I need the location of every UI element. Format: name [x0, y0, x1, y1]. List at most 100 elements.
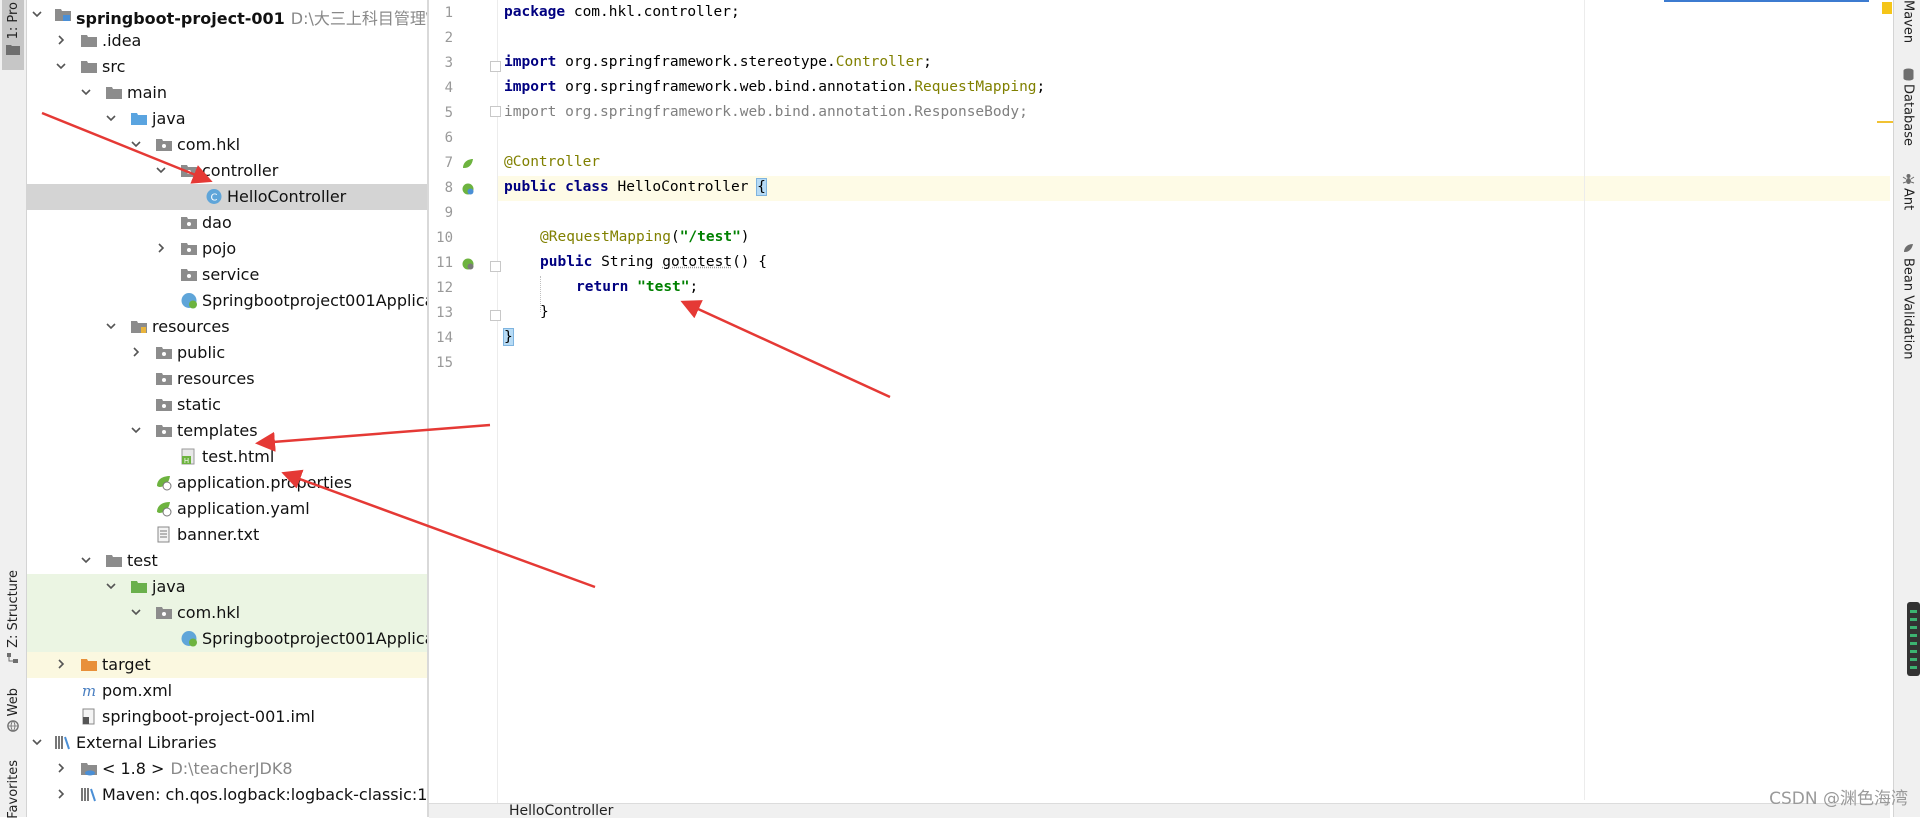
- tree-row-test-application-class[interactable]: Springbootproject001Applicat: [27, 626, 427, 652]
- folder-icon: [80, 32, 98, 49]
- fold-marker[interactable]: [490, 61, 501, 72]
- tree-row-external-libraries[interactable]: External Libraries: [27, 730, 427, 756]
- tree-row-dao[interactable]: dao: [27, 210, 427, 236]
- tab-web[interactable]: Web: [2, 688, 24, 743]
- spring-bean-gutter-icon[interactable]: [461, 182, 475, 196]
- tree-row-java[interactable]: java: [27, 106, 427, 132]
- spring-config-icon: [155, 474, 173, 491]
- tab-ant-label: Ant: [1901, 188, 1916, 210]
- tab-structure[interactable]: Z: Structure: [2, 570, 24, 665]
- tab-maven[interactable]: Maven: [1898, 0, 1918, 46]
- chevron-down-icon[interactable]: [79, 85, 93, 99]
- chevron-down-icon[interactable]: [104, 319, 118, 333]
- chevron-down-icon[interactable]: [104, 111, 118, 125]
- tree-row-templates[interactable]: templates: [27, 418, 427, 444]
- tree-row-static[interactable]: static: [27, 392, 427, 418]
- tree-row-iml[interactable]: springboot-project-001.iml: [27, 704, 427, 730]
- code-editor[interactable]: 1 2 3 4 5 6 7 8 9 10 11 12 13 14 15 pack…: [429, 0, 1890, 817]
- tab-favorites[interactable]: Favorites: [2, 760, 24, 817]
- tree-label: main: [127, 83, 167, 102]
- chevron-right-icon[interactable]: [154, 241, 168, 255]
- tree-row-package[interactable]: com.hkl: [27, 132, 427, 158]
- tree-label: java: [152, 109, 186, 128]
- fold-marker[interactable]: [490, 106, 501, 117]
- tree-row-hellocontroller[interactable]: C HelloController: [27, 184, 427, 210]
- chevron-down-icon[interactable]: [54, 59, 68, 73]
- chevron-right-icon[interactable]: [54, 787, 68, 801]
- tree-label: .idea: [102, 31, 141, 50]
- tree-label: java: [152, 577, 186, 596]
- tree-label: templates: [177, 421, 258, 440]
- fold-marker[interactable]: [490, 261, 501, 272]
- line-number: 14: [429, 330, 453, 346]
- tree-row-src[interactable]: src: [27, 54, 427, 80]
- package-icon: [180, 266, 198, 283]
- tree-row-banner-txt[interactable]: banner.txt: [27, 522, 427, 548]
- code-line-8: public class HelloController {: [504, 179, 766, 195]
- tree-row-public[interactable]: public: [27, 340, 427, 366]
- tree-label: External Libraries: [76, 733, 217, 752]
- tree-label: resources: [177, 369, 255, 388]
- scrollbar-warning-marker[interactable]: [1877, 121, 1893, 123]
- database-icon: [1902, 68, 1915, 81]
- chevron-right-icon[interactable]: [54, 657, 68, 671]
- html-file-icon: H: [180, 448, 198, 465]
- fold-marker[interactable]: [490, 310, 501, 321]
- chevron-right-icon[interactable]: [129, 345, 143, 359]
- tree-row-resources[interactable]: resources: [27, 366, 427, 392]
- tree-row-target[interactable]: target: [27, 652, 427, 678]
- tree-row-jdk[interactable]: < 1.8 > D:\teacherJDK8: [27, 756, 427, 782]
- line-number: 12: [429, 280, 453, 296]
- tree-row-test-package[interactable]: com.hkl: [27, 600, 427, 626]
- spring-bean-gutter-icon[interactable]: [461, 157, 475, 171]
- tree-row-resources-root[interactable]: resources: [27, 314, 427, 340]
- chevron-down-icon[interactable]: [154, 163, 168, 177]
- tab-ant[interactable]: Ant: [1898, 172, 1918, 224]
- chevron-right-icon[interactable]: [54, 33, 68, 47]
- tree-row-pojo[interactable]: pojo: [27, 236, 427, 262]
- tab-bean-validation[interactable]: Bean Validation: [1898, 242, 1918, 362]
- code-line-1: package com.hkl.controller;: [504, 4, 740, 20]
- chevron-down-icon[interactable]: [129, 137, 143, 151]
- tree-row-test-java[interactable]: java: [27, 574, 427, 600]
- module-file-icon: [80, 708, 98, 725]
- chevron-down-icon[interactable]: [30, 7, 44, 21]
- tree-row-application-yaml[interactable]: application.yaml: [27, 496, 427, 522]
- tree-row-service[interactable]: service: [27, 262, 427, 288]
- tree-row-root[interactable]: springboot-project-001 D:\大三上科目管理\软件: [27, 2, 427, 28]
- spring-boot-class-icon: [180, 630, 198, 647]
- chevron-right-icon[interactable]: [54, 761, 68, 775]
- chevron-down-icon[interactable]: [104, 579, 118, 593]
- line-number: 3: [429, 55, 453, 71]
- tree-row-pom[interactable]: m pom.xml: [27, 678, 427, 704]
- memory-indicator[interactable]: [1907, 602, 1920, 676]
- tree-row-application-properties[interactable]: application.properties: [27, 470, 427, 496]
- chevron-down-icon[interactable]: [79, 553, 93, 567]
- tree-label: service: [202, 265, 259, 284]
- line-number: 7: [429, 155, 453, 171]
- tree-label: Springbootproject001Applicat: [202, 291, 427, 310]
- tab-database[interactable]: Database: [1898, 68, 1918, 152]
- tab-project[interactable]: 1: Pro: [2, 0, 24, 70]
- tree-row-test-html[interactable]: H test.html: [27, 444, 427, 470]
- tree-row-idea[interactable]: .idea: [27, 28, 427, 54]
- request-mapping-gutter-icon[interactable]: [461, 257, 475, 271]
- svg-text:C: C: [211, 193, 218, 204]
- left-tool-strip: 1: Pro Z: Structure Web Favorites: [0, 0, 27, 817]
- folder-icon: [105, 84, 123, 101]
- line-number: 6: [429, 130, 453, 146]
- tree-row-test[interactable]: test: [27, 548, 427, 574]
- tree-row-application-class[interactable]: Springbootproject001Applicat: [27, 288, 427, 314]
- tab-structure-label: Z: Structure: [6, 570, 21, 648]
- inspection-status-icon[interactable]: [1882, 2, 1892, 14]
- tree-row-controller[interactable]: controller: [27, 158, 427, 184]
- tree-row-main[interactable]: main: [27, 80, 427, 106]
- package-icon: [180, 162, 198, 179]
- chevron-down-icon[interactable]: [129, 423, 143, 437]
- line-number: 1: [429, 5, 453, 21]
- folder-icon: [6, 43, 20, 55]
- tree-row-maven-library[interactable]: Maven: ch.qos.logback:logback-classic:1.…: [27, 782, 427, 808]
- code-line-5: import org.springframework.web.bind.anno…: [504, 104, 1028, 120]
- chevron-down-icon[interactable]: [129, 605, 143, 619]
- chevron-down-icon[interactable]: [30, 735, 44, 749]
